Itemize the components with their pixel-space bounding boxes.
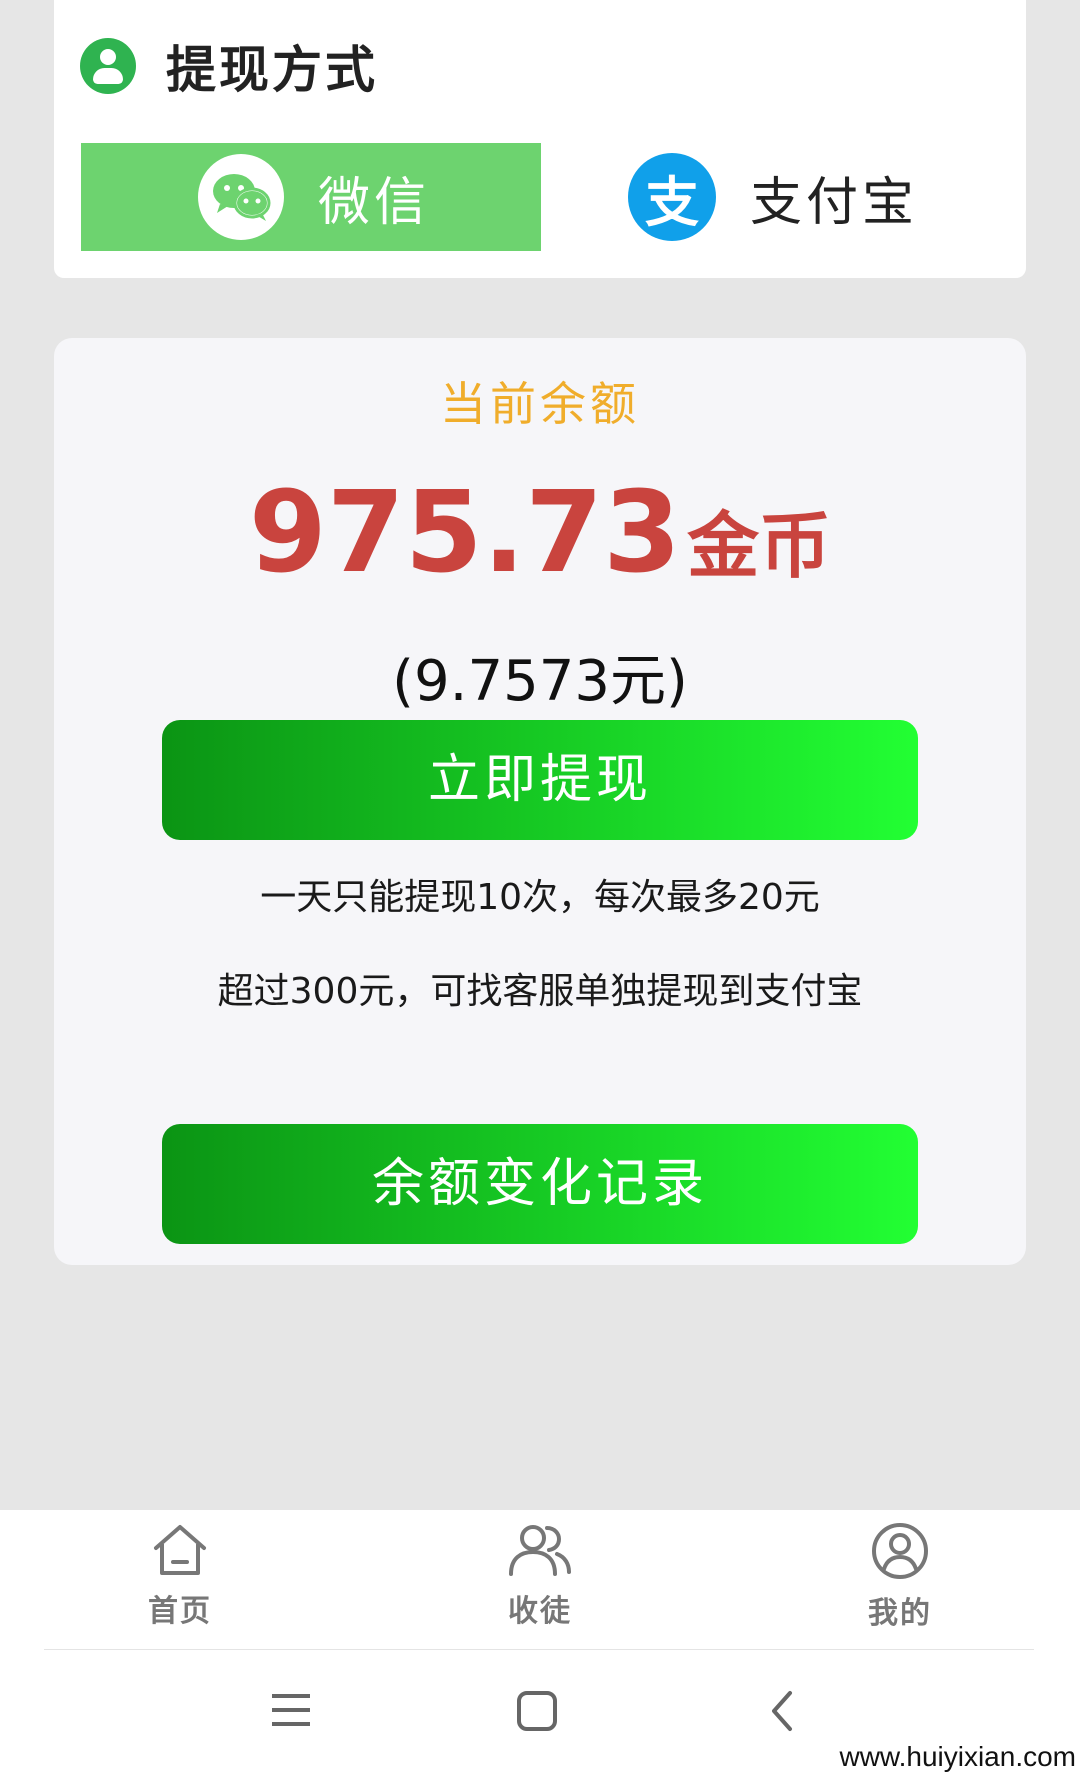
withdraw-now-button[interactable]: 立即提现 <box>162 720 918 840</box>
alipay-option[interactable]: 支 支付宝 <box>628 143 988 251</box>
balance-amount-line: 975.73金币 <box>54 468 1026 598</box>
tab-mine-label: 我的 <box>868 1596 932 1631</box>
back-arrow-icon[interactable] <box>768 1690 796 1732</box>
withdraw-method-header: 提现方式 <box>80 30 378 102</box>
balance-yuan-equivalent: (9.7573元) <box>392 649 688 714</box>
wechat-option[interactable]: 微信 <box>81 143 541 251</box>
user-icon <box>80 38 136 94</box>
watermark: www.huiyixian.com <box>839 1741 1076 1772</box>
balance-label: 当前余额 <box>440 377 640 431</box>
wechat-icon <box>198 154 284 240</box>
withdraw-rule-daily-limit: 一天只能提现10次，每次最多20元 <box>260 877 820 918</box>
balance-unit: 金币 <box>687 504 832 588</box>
tab-home-label: 首页 <box>148 1594 212 1629</box>
tab-mine[interactable]: 我的 <box>820 1522 980 1632</box>
tab-home[interactable]: 首页 <box>100 1522 260 1630</box>
menu-icon[interactable] <box>270 1690 312 1730</box>
balance-card: 当前余额 975.73金币 (9.7573元) 立即提现 一天只能提现10次，每… <box>54 338 1026 1265</box>
users-icon <box>509 1525 571 1576</box>
alipay-icon: 支 <box>628 153 716 241</box>
balance-history-button[interactable]: 余额变化记录 <box>162 1124 918 1244</box>
withdraw-method-title: 提现方式 <box>166 41 378 99</box>
tab-recruit[interactable]: 收徒 <box>460 1522 620 1630</box>
profile-icon <box>872 1523 928 1579</box>
system-nav-bar: www.huiyixian.com <box>0 1650 1080 1779</box>
wechat-label: 微信 <box>318 172 431 233</box>
withdraw-method-card: 提现方式 微信 支 支付宝 <box>54 0 1026 278</box>
alipay-label: 支付宝 <box>750 172 919 233</box>
square-home-icon[interactable] <box>516 1690 558 1732</box>
balance-amount: 975.73 <box>248 468 682 598</box>
home-icon <box>154 1525 206 1575</box>
tab-recruit-label: 收徒 <box>508 1594 572 1629</box>
bottom-tab-bar: 首页 收徒 我的 <box>0 1510 1080 1650</box>
withdraw-rule-large-amount: 超过300元，可找客服单独提现到支付宝 <box>217 971 863 1012</box>
